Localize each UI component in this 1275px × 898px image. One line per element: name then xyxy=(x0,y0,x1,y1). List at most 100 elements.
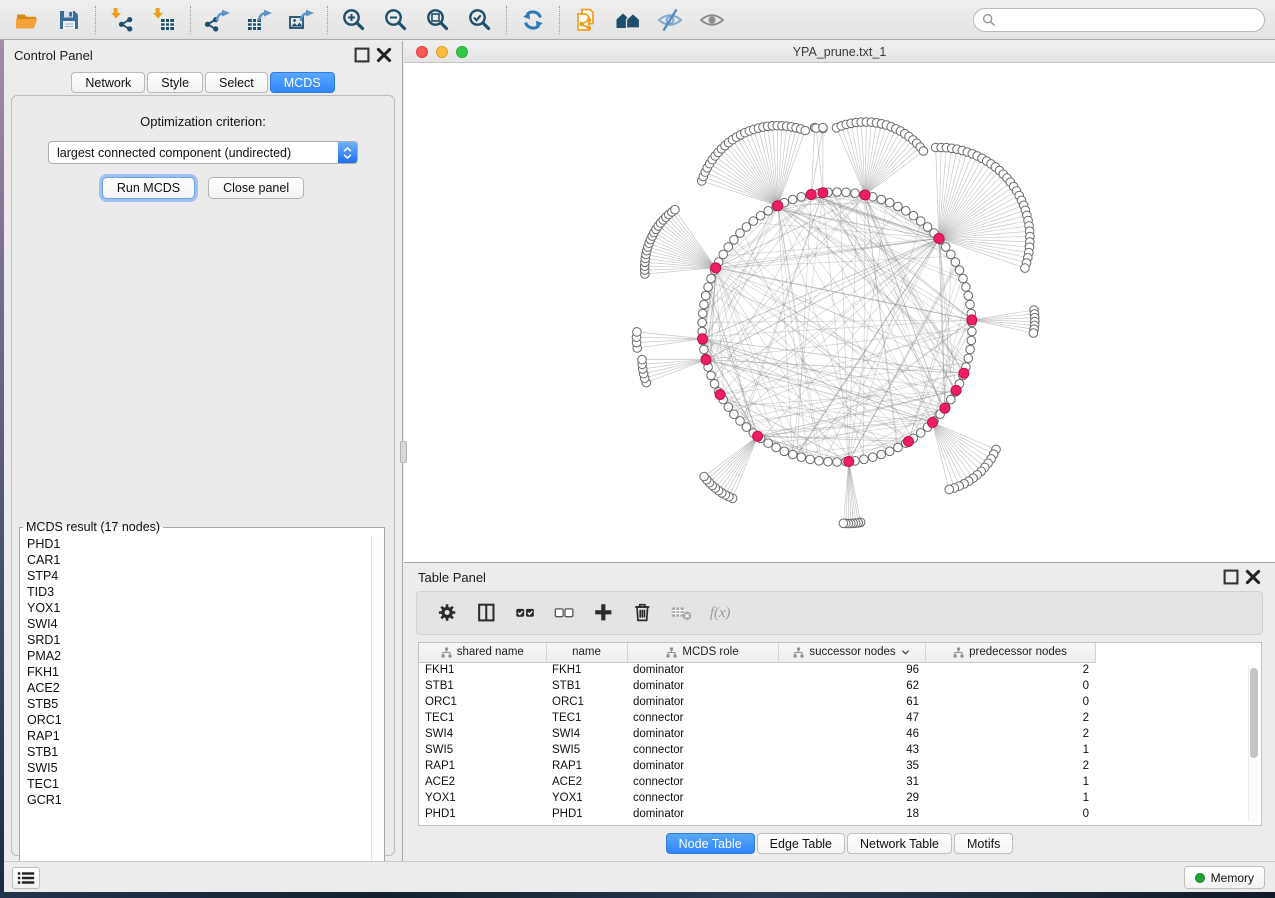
leaf-node[interactable] xyxy=(819,123,828,132)
ring-node[interactable] xyxy=(764,207,773,216)
ring-node[interactable] xyxy=(724,403,733,412)
mcds-result-node[interactable]: ORC1 xyxy=(22,712,370,728)
cell-name[interactable]: ACE2 xyxy=(546,774,627,790)
ring-node[interactable] xyxy=(968,327,977,336)
tab-style[interactable]: Style xyxy=(147,72,203,93)
mcds-result-node[interactable]: SWI4 xyxy=(22,616,370,632)
mcds-node[interactable] xyxy=(711,263,721,273)
cell-successor-nodes[interactable]: 46 xyxy=(778,726,925,742)
tab-network-table[interactable]: Network Table xyxy=(847,833,952,854)
mcds-node[interactable] xyxy=(715,390,725,400)
cell-MCDS-role[interactable]: dominator xyxy=(627,758,778,774)
mcds-node[interactable] xyxy=(818,188,828,198)
settings-gear-icon[interactable] xyxy=(431,596,465,630)
column-header-name[interactable]: name xyxy=(546,643,627,662)
refresh-icon[interactable] xyxy=(518,5,548,35)
mcds-result-node[interactable]: SRD1 xyxy=(22,632,370,648)
column-header-MCDS-role[interactable]: MCDS role xyxy=(627,643,778,662)
cell-predecessor-nodes[interactable]: 2 xyxy=(925,758,1095,774)
zoom-fit-icon[interactable] xyxy=(423,5,453,35)
cell-MCDS-role[interactable]: dominator xyxy=(627,726,778,742)
leaf-node[interactable] xyxy=(919,147,928,156)
cell-predecessor-nodes[interactable]: 0 xyxy=(925,694,1095,710)
first-neighbors-icon[interactable] xyxy=(613,5,643,35)
mcds-result-node[interactable]: FKH1 xyxy=(22,664,370,680)
add-row-icon[interactable] xyxy=(587,596,621,630)
hide-annotations-icon[interactable] xyxy=(655,5,685,35)
cell-predecessor-nodes[interactable]: 2 xyxy=(925,662,1095,678)
cell-successor-nodes[interactable]: 43 xyxy=(778,742,925,758)
close-table-panel-icon[interactable] xyxy=(1245,569,1261,585)
cell-shared-name[interactable]: PHD1 xyxy=(419,806,546,822)
cell-MCDS-role[interactable]: connector xyxy=(627,710,778,726)
close-panel-button[interactable]: Close panel xyxy=(208,177,304,199)
ring-node[interactable] xyxy=(941,243,950,252)
ring-node[interactable] xyxy=(909,211,918,220)
mcds-node[interactable] xyxy=(860,190,870,200)
ring-node[interactable] xyxy=(842,188,851,197)
mcds-result-node[interactable]: TID3 xyxy=(22,584,370,600)
ring-node[interactable] xyxy=(797,193,806,202)
panel-list-button[interactable] xyxy=(12,867,40,889)
ring-node[interactable] xyxy=(788,195,797,204)
table-row[interactable]: YOX1YOX1connector291 xyxy=(419,790,1239,806)
ring-node[interactable] xyxy=(704,283,713,292)
mcds-node[interactable] xyxy=(928,418,938,428)
ring-node[interactable] xyxy=(962,283,971,292)
column-header-predecessor-nodes[interactable]: predecessor nodes xyxy=(925,643,1095,662)
mcds-node[interactable] xyxy=(934,233,944,243)
ring-node[interactable] xyxy=(894,202,903,211)
show-graphics-icon[interactable] xyxy=(697,5,727,35)
table-row[interactable]: SWI5SWI5connector431 xyxy=(419,742,1239,758)
cell-name[interactable]: PHD1 xyxy=(546,806,627,822)
mcds-node[interactable] xyxy=(701,355,711,365)
cell-predecessor-nodes[interactable]: 2 xyxy=(925,726,1095,742)
clone-network-icon[interactable] xyxy=(571,5,601,35)
ring-node[interactable] xyxy=(797,453,806,462)
ring-node[interactable] xyxy=(947,395,956,404)
table-scrollbar-thumb[interactable] xyxy=(1250,668,1258,758)
table-row[interactable]: SWI4SWI4dominator462 xyxy=(419,726,1239,742)
table-row[interactable]: ACE2ACE2connector311 xyxy=(419,774,1239,790)
splitter-handle[interactable] xyxy=(400,441,407,463)
cell-successor-nodes[interactable]: 47 xyxy=(778,710,925,726)
cell-name[interactable]: TEC1 xyxy=(546,710,627,726)
ring-node[interactable] xyxy=(698,309,707,318)
cell-successor-nodes[interactable]: 35 xyxy=(778,758,925,774)
tab-motifs[interactable]: Motifs xyxy=(954,833,1013,854)
ring-node[interactable] xyxy=(885,447,894,456)
mcds-result-node[interactable]: PHD1 xyxy=(22,536,370,552)
cell-MCDS-role[interactable]: connector xyxy=(627,774,778,790)
ring-node[interactable] xyxy=(860,455,869,464)
ring-node[interactable] xyxy=(833,458,842,467)
cell-successor-nodes[interactable]: 62 xyxy=(778,678,925,694)
ring-node[interactable] xyxy=(710,380,719,389)
leaf-node[interactable] xyxy=(671,205,680,214)
ring-node[interactable] xyxy=(885,198,894,207)
search-input[interactable] xyxy=(1002,13,1256,27)
zoom-selected-icon[interactable] xyxy=(465,5,495,35)
cell-successor-nodes[interactable]: 18 xyxy=(778,806,925,822)
leaf-node[interactable] xyxy=(638,355,647,364)
table-row[interactable]: PHD1PHD1dominator180 xyxy=(419,806,1239,822)
cell-shared-name[interactable]: TEC1 xyxy=(419,710,546,726)
cell-name[interactable]: STB1 xyxy=(546,678,627,694)
cell-successor-nodes[interactable]: 29 xyxy=(778,790,925,806)
ring-node[interactable] xyxy=(749,217,758,226)
ring-node[interactable] xyxy=(955,266,964,275)
export-network-icon[interactable] xyxy=(202,5,232,35)
ring-node[interactable] xyxy=(947,250,956,259)
cell-predecessor-nodes[interactable]: 1 xyxy=(925,742,1095,758)
cell-predecessor-nodes[interactable]: 0 xyxy=(925,678,1095,694)
cell-predecessor-nodes[interactable]: 1 xyxy=(925,790,1095,806)
ring-node[interactable] xyxy=(964,291,973,300)
ring-node[interactable] xyxy=(877,195,886,204)
delete-row-icon[interactable] xyxy=(626,596,660,630)
cell-shared-name[interactable]: SWI4 xyxy=(419,726,546,742)
column-header-shared-name[interactable]: shared name xyxy=(419,643,546,662)
ring-node[interactable] xyxy=(951,258,960,267)
ring-node[interactable] xyxy=(764,439,773,448)
mcds-node[interactable] xyxy=(773,201,783,211)
memory-button[interactable]: Memory xyxy=(1184,866,1265,889)
mcds-node[interactable] xyxy=(753,431,763,441)
